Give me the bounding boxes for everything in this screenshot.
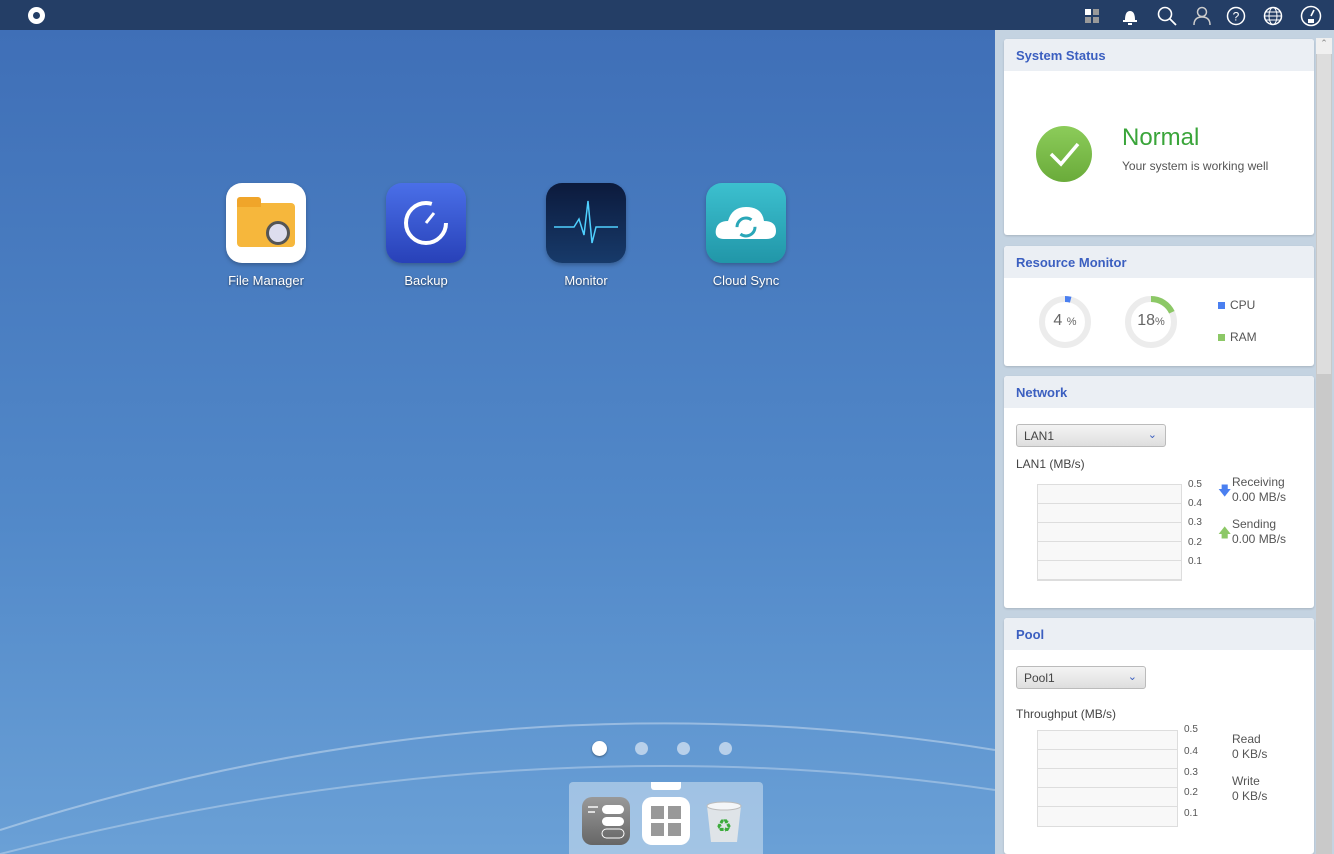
app-label: File Manager	[228, 273, 304, 288]
backup-icon	[386, 183, 466, 263]
scroll-thumb[interactable]	[1317, 54, 1331, 374]
svg-text:?: ?	[1233, 10, 1240, 24]
dock: ♻	[569, 782, 763, 854]
dashboard-icon[interactable]	[1300, 5, 1322, 27]
file-manager-icon	[226, 183, 306, 263]
status-text: Normal	[1122, 124, 1200, 151]
legend-ram: RAM	[1218, 330, 1257, 345]
pool-select[interactable]: Pool1 ⌄	[1016, 666, 1146, 689]
card-title: System Status	[1004, 39, 1314, 71]
app-backup[interactable]: Backup	[366, 183, 486, 288]
search-icon[interactable]	[1156, 5, 1178, 27]
check-icon	[1036, 126, 1092, 182]
page-dot-3[interactable]	[677, 742, 690, 755]
help-icon[interactable]: ?	[1225, 5, 1247, 27]
tick: 0.3	[1188, 517, 1202, 528]
panel-scrollbar[interactable]: ⌃	[1316, 38, 1332, 854]
scroll-up-icon[interactable]: ⌃	[1316, 38, 1332, 54]
app-label: Monitor	[564, 273, 608, 288]
app-center-icon[interactable]	[642, 797, 690, 845]
pool-card: Pool Pool1 ⌄ Throughput (MB/s) 0.5 0.4 0.…	[1004, 618, 1314, 854]
tick: 0.5	[1188, 479, 1202, 490]
chart-label: LAN1 (MB/s)	[1016, 457, 1085, 471]
arrow-up-icon: 🡅	[1218, 525, 1232, 540]
dock-handle[interactable]	[651, 782, 681, 790]
app-label: Backup	[404, 273, 448, 288]
network-chart	[1037, 484, 1182, 581]
tick: 0.1	[1188, 556, 1202, 567]
tick: 0.1	[1184, 808, 1198, 819]
system-status-card: System Status Normal Your system is work…	[1004, 39, 1314, 235]
recycle-bin-icon[interactable]: ♻	[704, 800, 744, 844]
desktop: File Manager Backup Monitor Cloud Sync ♻	[0, 30, 995, 854]
apps-icon[interactable]	[1081, 5, 1103, 27]
sending: Sending 0.00 MB/s	[1232, 517, 1287, 546]
globe-icon[interactable]	[1262, 5, 1284, 27]
page-dot-4[interactable]	[719, 742, 732, 755]
legend-cpu: CPU	[1218, 298, 1255, 313]
monitor-icon	[546, 183, 626, 263]
card-title: Pool	[1004, 618, 1314, 650]
user-icon[interactable]	[1191, 5, 1213, 27]
app-cloud-sync[interactable]: Cloud Sync	[686, 183, 806, 288]
tick: 0.2	[1188, 537, 1202, 548]
resource-monitor-card[interactable]: Resource Monitor 4 % 18% CPU RAM	[1004, 246, 1314, 366]
lan-select[interactable]: LAN1 ⌄	[1016, 424, 1166, 447]
tick: 0.3	[1184, 767, 1198, 778]
bell-icon[interactable]	[1119, 5, 1141, 27]
app-label: Cloud Sync	[712, 273, 780, 288]
write: Write 0 KB/s	[1232, 774, 1268, 803]
cloud-sync-icon	[706, 183, 786, 263]
control-panel-icon[interactable]	[582, 797, 630, 845]
app-file-manager[interactable]: File Manager	[206, 183, 326, 288]
arrow-down-icon: 🡇	[1218, 483, 1232, 498]
card-title: Network	[1004, 376, 1314, 408]
tick: 0.4	[1188, 498, 1202, 509]
wallpaper-waves	[0, 722, 995, 854]
tick: 0.4	[1184, 746, 1198, 757]
cpu-value: 4 %	[1053, 312, 1077, 329]
svg-text:♻: ♻	[716, 816, 732, 836]
ram-value: 18%	[1137, 312, 1165, 329]
status-message: Your system is working well	[1122, 159, 1269, 173]
top-bar: ?	[0, 0, 1334, 30]
page-dot-1[interactable]	[592, 741, 607, 756]
main-menu-logo-icon[interactable]	[28, 7, 45, 24]
tick: 0.5	[1184, 724, 1198, 735]
card-title: Resource Monitor	[1004, 246, 1314, 278]
read: Read 0 KB/s	[1232, 732, 1268, 761]
page-dot-2[interactable]	[635, 742, 648, 755]
chart-label: Throughput (MB/s)	[1016, 707, 1117, 721]
tick: 0.2	[1184, 787, 1198, 798]
pool-chart	[1037, 730, 1178, 827]
receiving: Receiving 0.00 MB/s	[1232, 475, 1287, 504]
network-card: Network LAN1 ⌄ LAN1 (MB/s) 0.5 0.4 0.3 0.…	[1004, 376, 1314, 608]
dashboard-panel: System Status Normal Your system is work…	[995, 30, 1334, 854]
app-monitor[interactable]: Monitor	[526, 183, 646, 288]
